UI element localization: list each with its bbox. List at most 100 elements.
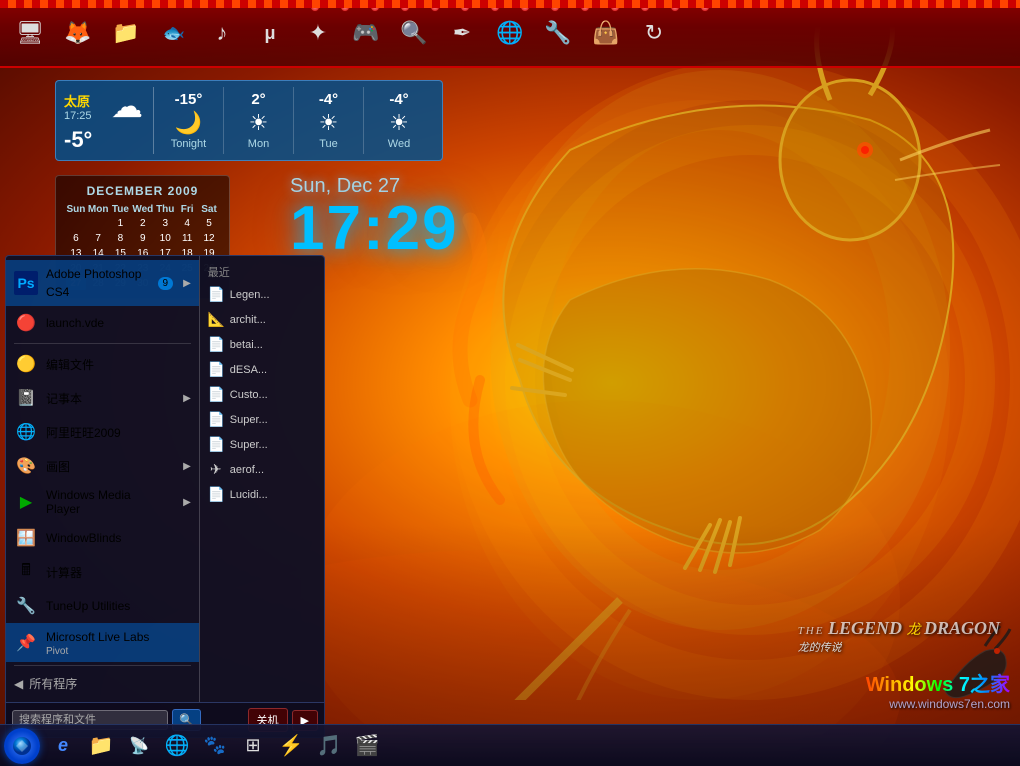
search-toolbar-icon[interactable]: 🔍 (394, 13, 434, 53)
menu-item-calculator[interactable]: 🖩 计算器 (6, 555, 199, 589)
cal-day-11[interactable]: 11 (177, 232, 197, 245)
weather-wed-icon: ☀ (389, 110, 409, 136)
w7-brand-text: Windows 7之家 (866, 668, 1010, 697)
recent-label-3: betai... (230, 339, 263, 351)
music-toolbar-icon[interactable]: ♪ (202, 13, 242, 53)
recent-item-7[interactable]: 📄 Super... (200, 432, 324, 457)
start-menu-container: Ps Adobe Photoshop CS4 9 ▶ 🔴 launch.vde … (5, 255, 325, 738)
menu-item-pivot[interactable]: 📌 Microsoft Live Labs Pivot (6, 623, 199, 662)
tuneup-icon: 🔧 (14, 594, 38, 618)
menu-item-photoshop[interactable]: Ps Adobe Photoshop CS4 9 ▶ (6, 260, 199, 306)
aliwangwang-label: 阿里旺旺2009 (46, 424, 191, 441)
recent-item-2[interactable]: 📐 archit... (200, 307, 324, 332)
mu-toolbar-icon[interactable]: μ (250, 13, 290, 53)
recent-item-9[interactable]: 📄 Lucidi... (200, 482, 324, 507)
gamepad-toolbar-icon[interactable]: 🎮 (346, 13, 386, 53)
photoshop-badge-arrow: ▶ (183, 278, 191, 289)
all-programs-item[interactable]: ◀ 所有程序 (6, 669, 199, 698)
pivot-sublabel: Pivot (46, 646, 191, 657)
weather-tonight-icon: 🌙 (175, 110, 202, 136)
menu-item-edit-files[interactable]: 🟡 编辑文件 (6, 347, 199, 381)
cal-day-5[interactable]: 5 (199, 217, 219, 230)
taskbar-bolt-icon[interactable]: ⚡ (273, 728, 309, 764)
cal-day-12[interactable]: 12 (199, 232, 219, 245)
legend-title: The LEGEND 龙 DRAGON 龙的传说 (798, 618, 1000, 656)
recent-item-6[interactable]: 📄 Super... (200, 407, 324, 432)
recent-header: 最近 (200, 260, 324, 282)
edit-files-label: 编辑文件 (46, 356, 191, 373)
launch-vde-icon: 🔴 (14, 311, 38, 335)
cal-day-4[interactable]: 4 (177, 217, 197, 230)
cal-day-sun: Sun (66, 204, 86, 215)
folder-toolbar-icon[interactable]: 📁 (106, 13, 146, 53)
cal-day-3[interactable]: 3 (155, 217, 175, 230)
recent-label-1: Legen... (230, 289, 270, 301)
start-menu-right: 最近 📄 Legen... 📐 archit... 📄 betai... 📄 d… (200, 256, 324, 702)
taskbar-globe-icon[interactable]: 🌐 (159, 728, 195, 764)
pen-toolbar-icon[interactable]: ✒ (442, 13, 482, 53)
cal-day-2[interactable]: 2 (132, 217, 153, 230)
menu-item-paint[interactable]: 🎨 画图 ▶ (6, 449, 199, 483)
recent-icon-3: 📄 (208, 336, 224, 353)
taskbar-folder-icon[interactable]: 📁 (83, 728, 119, 764)
cal-day-8[interactable]: 8 (110, 232, 130, 245)
clock-time: 17:29 (290, 198, 459, 260)
weather-city: 太原 (64, 91, 92, 110)
taskbar-film-icon[interactable]: 🎬 (349, 728, 385, 764)
calculator-icon: 🖩 (14, 560, 38, 584)
refresh-toolbar-icon[interactable]: ↻ (634, 13, 674, 53)
wrench-toolbar-icon[interactable]: 🔧 (538, 13, 578, 53)
cal-day-7[interactable]: 7 (88, 232, 109, 245)
photoshop-icon: Ps (14, 271, 38, 295)
weather-wed-temp: -4° (389, 91, 408, 108)
taskbar-music-icon[interactable]: 🎵 (311, 728, 347, 764)
bag-toolbar-icon[interactable]: 👜 (586, 13, 626, 53)
cal-day-6[interactable]: 6 (66, 232, 86, 245)
cal-day-10[interactable]: 10 (155, 232, 175, 245)
start-button[interactable] (4, 728, 40, 764)
mediaplayer-icon: ▶ (14, 490, 38, 514)
recent-item-8[interactable]: ✈ aerof... (200, 457, 324, 482)
paint-icon: 🎨 (14, 454, 38, 478)
recent-item-3[interactable]: 📄 betai... (200, 332, 324, 357)
weather-mon-label: Mon (248, 138, 269, 150)
weather-wed-label: Wed (388, 138, 410, 150)
recent-icon-4: 📄 (208, 361, 224, 378)
taskbar-grid-icon[interactable]: ⊞ (235, 728, 271, 764)
top-toolbar: 🖥 🦊 📁 🐟 ♪ μ ✦ 🎮 🔍 ✒ 🌐 🔧 👜 ↻ (0, 0, 1020, 68)
menu-separator-2 (14, 665, 191, 666)
cal-day-mon: Mon (88, 204, 109, 215)
recent-item-1[interactable]: 📄 Legen... (200, 282, 324, 307)
legend-watermark: The LEGEND 龙 DRAGON 龙的传说 (798, 618, 1000, 656)
w7-url-text: www.windows7en.com (866, 697, 1010, 711)
all-programs-label: 所有程序 (29, 675, 77, 692)
weather-mon: 2° ☀ Mon (224, 87, 294, 154)
menu-item-launch-vde[interactable]: 🔴 launch.vde (6, 306, 199, 340)
notepad-icon: 📓 (14, 386, 38, 410)
recent-label-6: Super... (230, 414, 268, 426)
taskbar-rss-icon[interactable]: 📡 (121, 728, 157, 764)
globe-toolbar-icon[interactable]: 🌐 (490, 13, 530, 53)
menu-item-tuneup[interactable]: 🔧 TuneUp Utilities (6, 589, 199, 623)
star-toolbar-icon[interactable]: ✦ (298, 13, 338, 53)
menu-item-mediaplayer[interactable]: ▶ Windows MediaPlayer ▶ (6, 483, 199, 521)
recent-label-4: dESA... (230, 364, 267, 376)
menu-item-windowblinds[interactable]: 🪟 WindowBlinds (6, 521, 199, 555)
paint-label: 画图 (46, 458, 175, 475)
recent-item-5[interactable]: 📄 Custo... (200, 382, 324, 407)
taskbar-paw-icon[interactable]: 🐾 (197, 728, 233, 764)
start-menu-left: Ps Adobe Photoshop CS4 9 ▶ 🔴 launch.vde … (6, 256, 200, 702)
monitor-toolbar-icon[interactable]: 🖥 (10, 13, 50, 53)
all-programs-icon: ◀ (14, 677, 23, 691)
firefox-toolbar-icon[interactable]: 🦊 (58, 13, 98, 53)
weather-tue-icon: ☀ (319, 110, 339, 136)
recent-item-4[interactable]: 📄 dESA... (200, 357, 324, 382)
taskbar-ie-icon[interactable]: e (45, 728, 81, 764)
weather-wed: -4° ☀ Wed (364, 87, 434, 154)
menu-item-aliwangwang[interactable]: 🌐 阿里旺旺2009 (6, 415, 199, 449)
cal-day-1[interactable]: 1 (110, 217, 130, 230)
menu-item-notepad[interactable]: 📓 记事本 ▶ (6, 381, 199, 415)
app4-toolbar-icon[interactable]: 🐟 (154, 13, 194, 53)
cal-day-9[interactable]: 9 (132, 232, 153, 245)
cal-day-thu: Thu (155, 204, 175, 215)
